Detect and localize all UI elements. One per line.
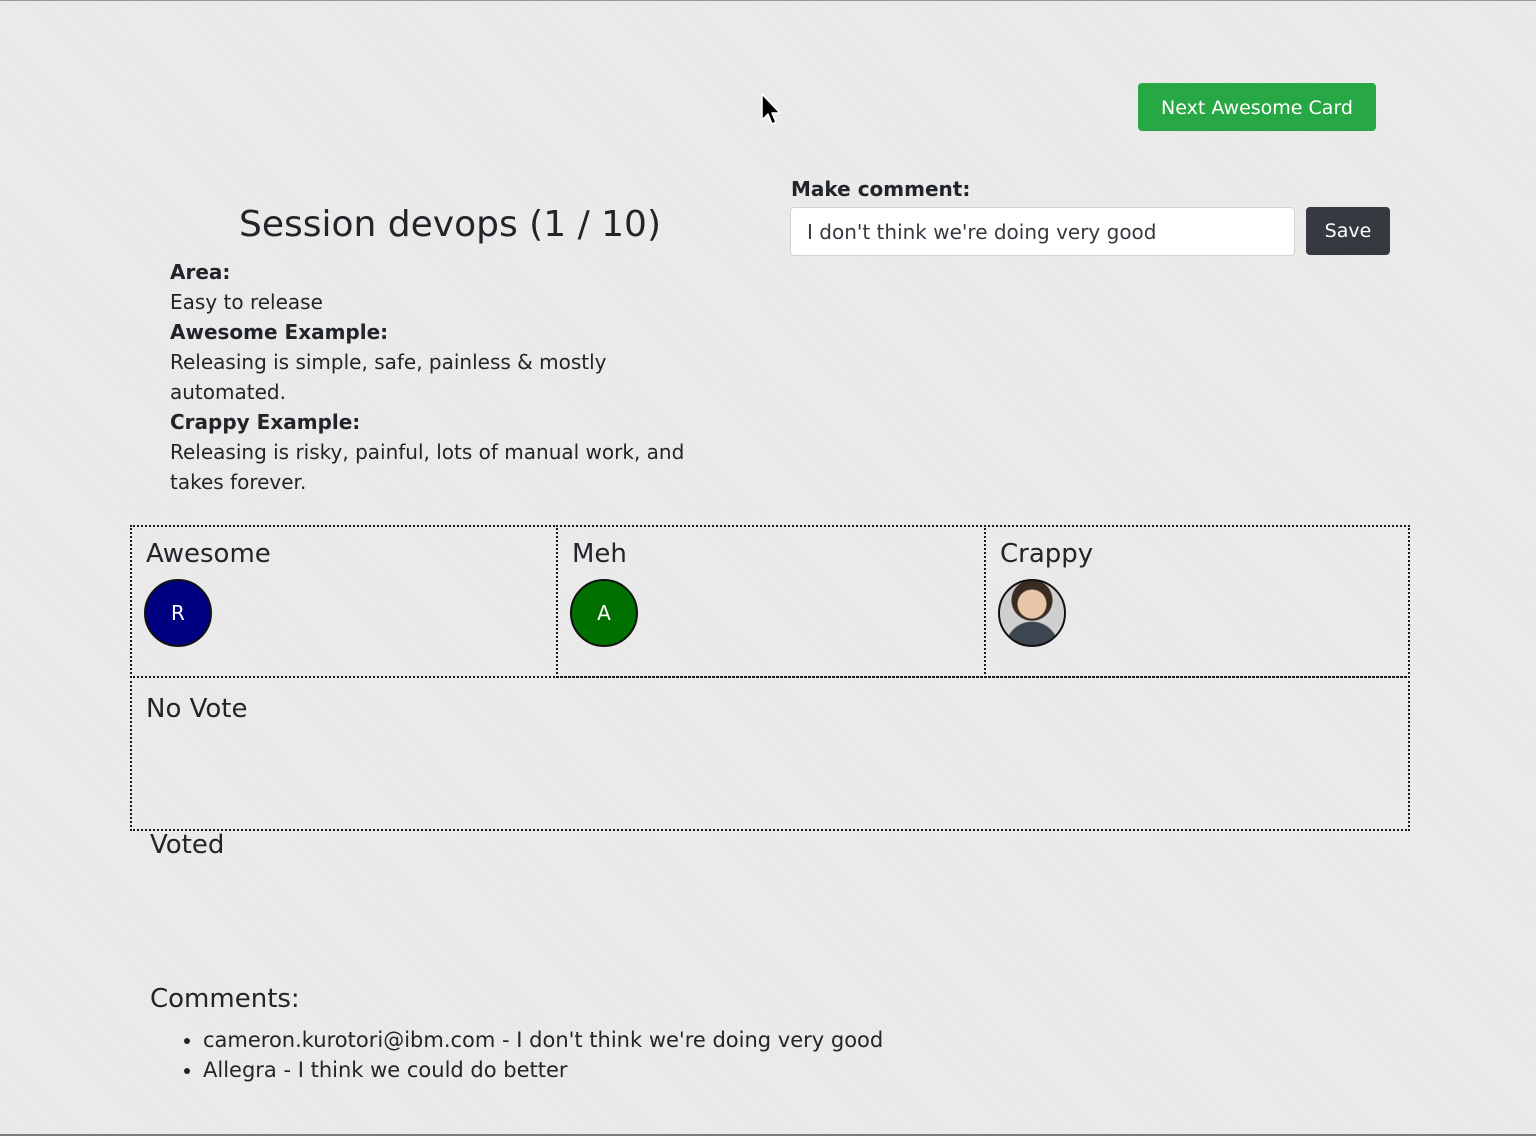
area-value: Easy to release xyxy=(170,290,323,314)
card-details: Area: Easy to release Awesome Example: R… xyxy=(170,257,710,497)
awesome-example-label: Awesome Example: xyxy=(170,320,389,344)
next-awesome-card-button[interactable]: Next Awesome Card xyxy=(1138,83,1376,131)
avatar-initial: A xyxy=(597,601,611,625)
mouse-pointer-icon xyxy=(761,93,781,125)
meh-zone-title: Meh xyxy=(572,539,627,569)
avatar-photo[interactable] xyxy=(998,579,1066,647)
comments-title: Comments: xyxy=(150,984,300,1014)
awesome-example-value: Releasing is simple, safe, painless & mo… xyxy=(170,350,607,404)
avatar[interactable]: A xyxy=(570,579,638,647)
make-comment-label: Make comment: xyxy=(791,177,971,201)
awesome-zone-title: Awesome xyxy=(146,539,271,569)
save-button[interactable]: Save xyxy=(1306,207,1390,255)
avatar[interactable]: R xyxy=(144,579,212,647)
meh-vote-zone[interactable]: Meh A xyxy=(556,525,986,678)
comment-input[interactable] xyxy=(790,207,1295,256)
crappy-zone-title: Crappy xyxy=(1000,539,1094,569)
no-vote-zone-title: No Vote xyxy=(146,694,248,724)
crappy-vote-zone[interactable]: Crappy xyxy=(984,525,1410,678)
avatar-initial: R xyxy=(171,601,185,625)
crappy-example-label: Crappy Example: xyxy=(170,410,361,434)
list-item: Allegra - I think we could do better xyxy=(203,1055,883,1085)
awesome-vote-zone[interactable]: Awesome R xyxy=(130,525,558,678)
crappy-example-value: Releasing is risky, painful, lots of man… xyxy=(170,440,685,494)
list-item: cameron.kurotori@ibm.com - I don't think… xyxy=(203,1025,883,1055)
voted-title: Voted xyxy=(150,830,225,860)
comments-list: cameron.kurotori@ibm.com - I don't think… xyxy=(160,1025,883,1085)
session-title: Session devops (1 / 10) xyxy=(239,204,661,245)
no-vote-zone[interactable]: No Vote xyxy=(130,676,1410,831)
area-label: Area: xyxy=(170,260,231,284)
